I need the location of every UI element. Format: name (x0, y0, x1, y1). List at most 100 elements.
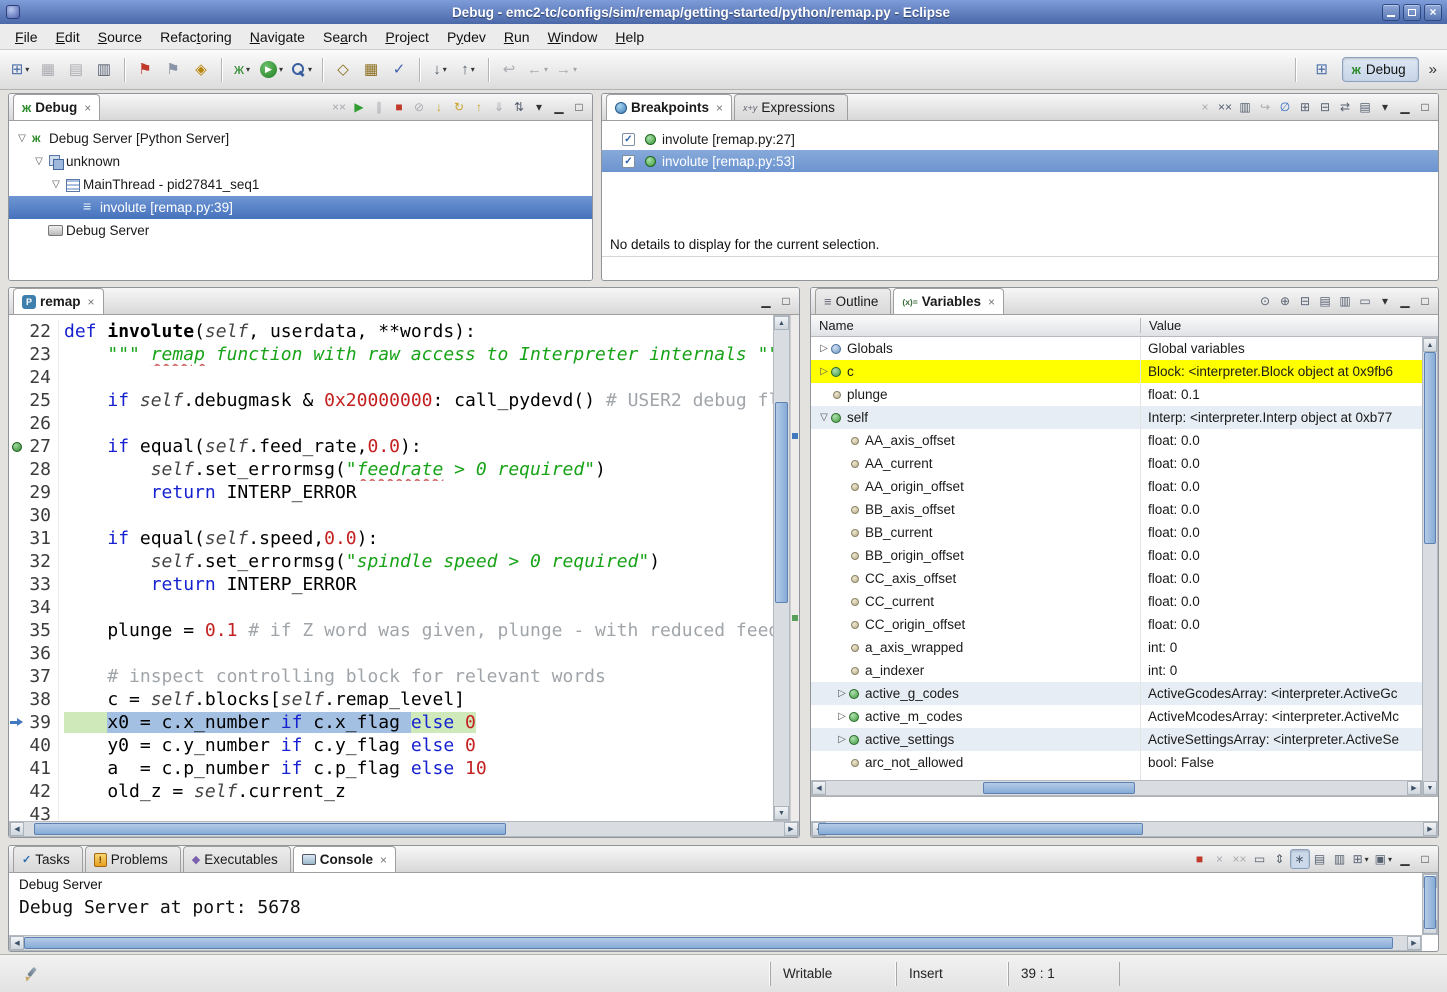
code-text[interactable]: return INTERP_ERROR (59, 481, 773, 504)
tab-tasks[interactable]: Tasks (13, 846, 83, 872)
column-header-value[interactable]: Value (1141, 318, 1181, 333)
menu-help[interactable]: Help (606, 25, 653, 49)
variable-row[interactable]: CC_origin_offsetfloat: 0.0 (811, 613, 1438, 636)
variable-row[interactable]: BB_axis_offsetfloat: 0.0 (811, 498, 1438, 521)
tab-console[interactable]: Console × (293, 846, 396, 872)
display-console-button[interactable]: ▣▾ (1372, 849, 1395, 869)
gutter-marker-column[interactable] (9, 320, 25, 343)
tab-executables[interactable]: Executables (183, 846, 291, 872)
new-package-button[interactable]: ▦ (358, 57, 384, 83)
variable-row[interactable]: ▷active_settingsActiveSettingsArray: <in… (811, 728, 1438, 751)
variable-row[interactable]: AA_origin_offsetfloat: 0.0 (811, 475, 1438, 498)
code-text[interactable]: if equal(self.speed,0.0): (59, 527, 773, 550)
variables-detail-pane[interactable] (811, 796, 1438, 821)
menu-navigate[interactable]: Navigate (241, 25, 314, 49)
terminate-button[interactable]: ■ (1190, 849, 1210, 869)
code-text[interactable]: old_z = self.current_z (59, 780, 773, 803)
code-text[interactable]: a = c.p_number if c.p_flag else 10 (59, 757, 773, 780)
maximize-view-button[interactable]: □ (1415, 97, 1435, 117)
tree-expander-icon[interactable]: ▷ (835, 735, 849, 745)
code-text[interactable]: x0 = c.x_number if c.x_flag else 0 (59, 711, 773, 734)
editor-vertical-scrollbar[interactable]: ▲▼ (773, 315, 790, 821)
scroll-right-arrow[interactable]: ▶ (784, 822, 798, 836)
minimize-window-button[interactable] (1382, 4, 1400, 21)
scroll-right-arrow[interactable]: ▶ (1407, 781, 1421, 795)
breakpoint-icon[interactable] (12, 442, 22, 452)
titlebar[interactable]: Debug - emc2-tc/configs/sim/remap/gettin… (0, 0, 1447, 24)
variable-row[interactable]: BB_currentfloat: 0.0 (811, 521, 1438, 544)
menu-refactoring[interactable]: Refactoring (151, 25, 241, 49)
debug-tree-item[interactable]: ▽Debug Server [Python Server] (9, 127, 592, 150)
menu-search[interactable]: Search (314, 25, 376, 49)
scroll-left-arrow[interactable]: ◀ (10, 936, 24, 950)
menu-edit[interactable]: Edit (47, 25, 89, 49)
minimize-view-button[interactable]: ▁ (756, 291, 776, 311)
variables-horizontal-scrollbar[interactable]: ◀▶ (811, 780, 1422, 796)
gutter-marker-column[interactable] (9, 757, 25, 780)
gutter-marker-column[interactable] (9, 780, 25, 803)
expand-all-button[interactable]: ⊞ (1295, 97, 1315, 117)
tab-editor-remap[interactable]: P remap × (13, 288, 104, 314)
variable-row[interactable]: ▷cBlock: <interpreter.Block object at 0x… (811, 360, 1438, 383)
code-text[interactable] (59, 366, 773, 389)
variable-row[interactable]: AA_axis_offsetfloat: 0.0 (811, 429, 1438, 452)
skip-all-breakpoints-button[interactable]: ∅ (1275, 97, 1295, 117)
show-supported-breakpoints-button[interactable]: ▥ (1235, 97, 1255, 117)
debug-tree-item[interactable]: ▽MainThread - pid27841_seq1 (9, 173, 592, 196)
close-window-button[interactable]: × (1424, 4, 1442, 21)
breakpoint-row[interactable]: ✓involute [remap.py:27] (602, 128, 1438, 150)
code-text[interactable]: y0 = c.y_number if c.y_flag else 0 (59, 734, 773, 757)
gutter-marker-column[interactable] (9, 527, 25, 550)
gutter-marker-column[interactable] (9, 711, 25, 734)
scroll-right-arrow[interactable]: ▶ (1407, 936, 1421, 950)
close-variables-view-icon[interactable]: × (988, 295, 995, 309)
tab-problems[interactable]: Problems (85, 846, 181, 872)
clear-console-button[interactable]: ▭ (1250, 849, 1270, 869)
code-text[interactable] (59, 504, 773, 527)
scroll-thumb[interactable] (1424, 876, 1436, 929)
tree-expander-icon[interactable]: ▷ (817, 367, 831, 377)
scroll-thumb[interactable] (775, 402, 788, 604)
variable-row[interactable]: AA_currentfloat: 0.0 (811, 452, 1438, 475)
pydev-gray-flag-button[interactable]: ⚑ (160, 57, 186, 83)
use-step-filters-button[interactable]: ⇅ (509, 97, 529, 117)
gutter-marker-column[interactable] (9, 481, 25, 504)
editor-horizontal-scrollbar[interactable]: ◀▶ (9, 821, 799, 837)
overview-ruler[interactable] (790, 315, 799, 821)
variable-row[interactable]: ▷active_m_codesActiveMcodesArray: <inter… (811, 705, 1438, 728)
tree-expander-icon[interactable]: ▷ (817, 344, 831, 354)
variable-row[interactable]: ▽selfInterp: <interpreter.Interp object … (811, 406, 1438, 429)
perspective-overflow-chevron[interactable]: » (1425, 61, 1441, 78)
variables-detail-scrollbar[interactable]: ◀▶ (811, 821, 1438, 837)
resume-button[interactable]: ▶ (349, 97, 369, 117)
scroll-right-arrow[interactable]: ▶ (1423, 822, 1437, 836)
maximize-view-button[interactable]: □ (1415, 291, 1435, 311)
menu-pydev[interactable]: Pydev (438, 25, 495, 49)
tree-expander-icon[interactable]: ▽ (817, 413, 831, 423)
collapse-all-button[interactable]: ⊟ (1295, 291, 1315, 311)
terminate-button[interactable]: ■ (389, 97, 409, 117)
scroll-thumb[interactable] (24, 937, 1393, 949)
variable-row[interactable]: BB_origin_offsetfloat: 0.0 (811, 544, 1438, 567)
close-breakpoints-view-icon[interactable]: × (716, 101, 723, 115)
column-header-name[interactable]: Name (811, 318, 1141, 333)
menu-source[interactable]: Source (89, 25, 151, 49)
gutter-marker-column[interactable] (9, 573, 25, 596)
code-text[interactable]: # inspect controlling block for relevant… (59, 665, 773, 688)
code-text[interactable]: if self.debugmask & 0x20000000: call_pyd… (59, 389, 773, 412)
breakpoint-checkbox[interactable]: ✓ (622, 155, 635, 168)
menu-window[interactable]: Window (539, 25, 607, 49)
view-menu-button[interactable]: ▾ (1375, 97, 1395, 117)
gutter-marker-column[interactable] (9, 343, 25, 366)
maximize-view-button[interactable]: □ (776, 291, 796, 311)
new-task-button[interactable]: ✓ (386, 57, 412, 83)
tab-outline[interactable]: Outline (815, 288, 891, 314)
scroll-lock-button[interactable]: ⇕ (1270, 849, 1290, 869)
gutter-marker-column[interactable] (9, 619, 25, 642)
menu-run[interactable]: Run (495, 25, 539, 49)
run-dropdown-button[interactable]: ▶▾ (257, 57, 286, 83)
variable-row[interactable]: plungefloat: 0.1 (811, 383, 1438, 406)
close-debug-view-icon[interactable]: × (84, 101, 91, 115)
code-text[interactable]: c = self.blocks[self.remap_level] (59, 688, 773, 711)
open-type-button[interactable]: ◇ (330, 57, 356, 83)
